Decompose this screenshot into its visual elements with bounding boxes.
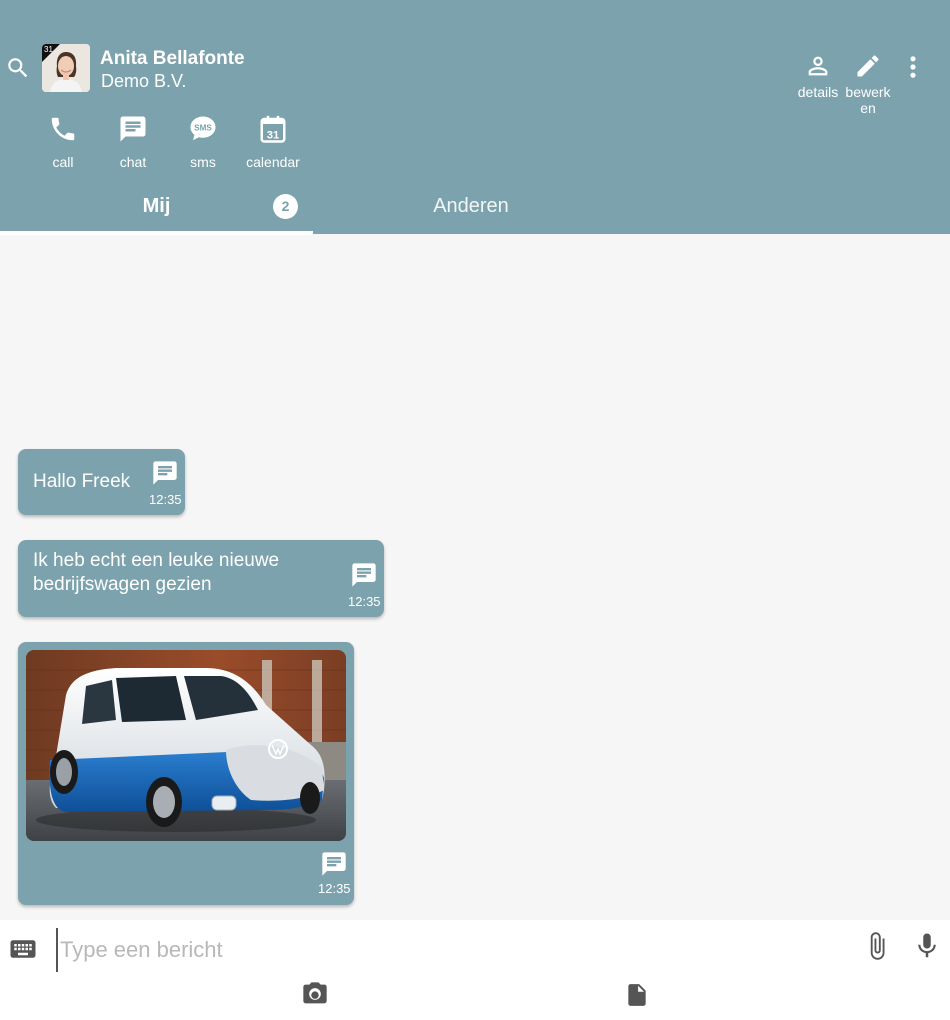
sms-button[interactable]: SMS sms	[168, 114, 238, 170]
edit-button[interactable]: bewerk en	[838, 52, 898, 116]
chat-icon	[120, 116, 146, 142]
message-composer	[0, 920, 950, 1020]
details-label: details	[797, 84, 839, 100]
microphone-icon[interactable]	[912, 928, 942, 964]
more-options-icon[interactable]	[899, 52, 927, 82]
person-icon	[808, 56, 828, 76]
paperclip-icon[interactable]	[862, 928, 892, 964]
message-text: Hallo Freek	[33, 471, 131, 492]
message-bubble[interactable]: Ik heb echt een leuke nieuwe bedrijfswag…	[18, 540, 384, 617]
message-bubble[interactable]: 12:35	[18, 642, 354, 905]
sms-icon: SMS	[190, 116, 216, 141]
sms-label: sms	[190, 154, 216, 170]
message-time: 12:35	[348, 594, 381, 609]
calendar-day: 31	[267, 129, 280, 141]
active-tab-indicator	[0, 231, 313, 235]
message-input[interactable]	[56, 928, 846, 972]
contact-name[interactable]: Anita Bellafonte	[100, 48, 245, 70]
camera-icon[interactable]	[300, 980, 330, 1008]
edit-label: bewerk en	[845, 84, 891, 116]
contact-company: Demo B.V.	[101, 71, 187, 91]
tab-anderen[interactable]: Anderen	[313, 182, 629, 234]
chat-button[interactable]: chat	[98, 114, 168, 170]
chat-icon	[322, 852, 346, 876]
keyboard-icon[interactable]	[8, 934, 38, 964]
chat-icon	[153, 461, 177, 485]
phone-icon	[51, 117, 75, 141]
chat-label: chat	[119, 154, 147, 170]
avatar-badge: 31	[44, 45, 53, 54]
van-photo[interactable]	[26, 650, 346, 841]
calendar-label: calendar	[246, 154, 300, 170]
tab-mij[interactable]: Mij	[0, 182, 313, 234]
unread-badge: 2	[273, 194, 298, 219]
avatar[interactable]: 31	[42, 44, 90, 92]
search-icon[interactable]	[5, 55, 31, 81]
document-icon[interactable]	[624, 980, 650, 1010]
message-text: Ik heb echt een leuke nieuwe bedrijfswag…	[33, 550, 280, 595]
svg-text:SMS: SMS	[194, 123, 212, 132]
message-time: 12:35	[318, 881, 351, 896]
call-button[interactable]: call	[28, 114, 98, 170]
call-label: call	[52, 154, 74, 170]
app-header: 31 Anita Bellafonte Demo B.V. details be…	[0, 0, 950, 235]
message-time: 12:35	[149, 492, 182, 507]
message-bubble[interactable]: Hallo Freek 12:35	[18, 449, 185, 515]
pencil-icon	[857, 55, 879, 77]
calendar-button[interactable]: 31 calendar	[238, 114, 308, 170]
chat-icon	[352, 563, 376, 587]
calendar-icon: 31	[260, 115, 286, 143]
